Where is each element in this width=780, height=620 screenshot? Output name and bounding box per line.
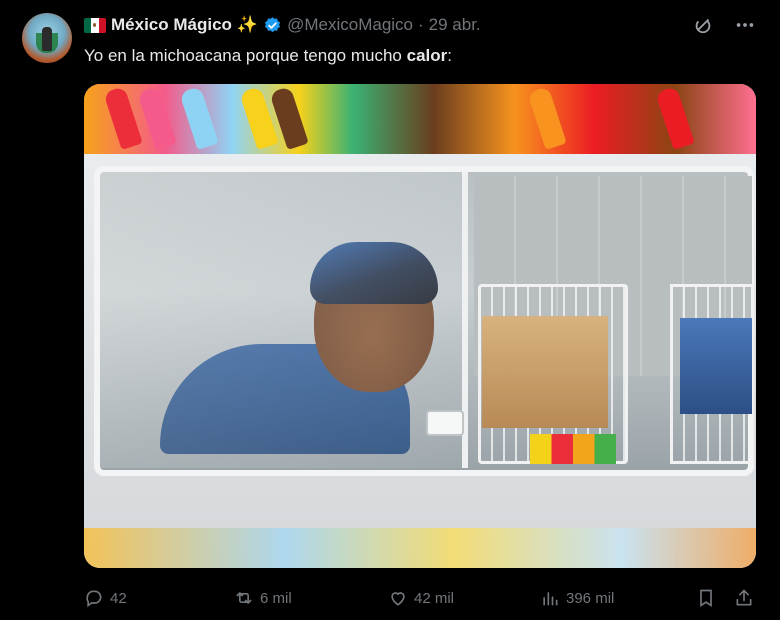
tweet-date[interactable]: 29 abr. [429,15,481,35]
author-handle[interactable]: @MexicoMagico [287,15,413,35]
like-count: 42 mil [414,589,455,607]
popsicle-pink [137,86,177,150]
avatar[interactable] [22,13,72,63]
freezer-glass-left [100,172,468,468]
repost-button[interactable]: 6 mil [234,588,292,608]
freezer-latch [426,410,464,436]
bookmark-icon [700,589,712,608]
tweet-photo[interactable] [84,84,756,568]
share-icon [736,589,752,606]
ice-cream-banner [84,84,756,154]
repost-icon [236,592,252,604]
views-button[interactable]: 396 mil [540,588,614,608]
separator-dot: · [418,15,424,34]
freezer-front-graphic [84,528,756,568]
tweet-text-main: Yo en la michoacana porque tengo mucho [84,46,407,65]
repost-count: 6 mil [260,589,292,607]
bookmark-button[interactable] [696,588,716,608]
tweet-actions: 42 6 mil 42 mil 396 mil [84,586,760,610]
ice-cream-pack [680,318,752,414]
popsicle-blue [179,86,219,150]
reply-button[interactable]: 42 [84,588,127,608]
popsicle-red-2 [655,86,695,150]
heart-icon [391,592,405,606]
tweet-header: México Mágico ✨ @MexicoMagico · 29 abr. [84,14,481,36]
avatar-figure [42,27,52,51]
grok-icon[interactable] [692,14,714,36]
tweet-text-end: : [447,46,452,65]
author-name[interactable]: México Mágico [111,15,232,35]
share-button[interactable] [734,588,754,608]
tweet-text: Yo en la michoacana porque tengo mucho c… [84,46,452,66]
cardboard-box [482,316,608,428]
popsicle-row [530,434,616,464]
popsicle-orange [527,86,567,150]
verified-badge-icon [265,16,281,32]
like-button[interactable]: 42 mil [388,588,454,608]
sparkles-icon: ✨ [236,15,259,34]
reply-count: 42 [110,589,127,607]
views-icon [543,592,558,606]
mexico-flag-icon [84,17,106,33]
reply-icon [86,590,102,608]
tweet-text-bold: calor [406,46,448,65]
more-icon[interactable] [734,14,756,36]
views-count: 396 mil [566,589,615,607]
popsicle-red [103,86,143,150]
tweet-top-actions [692,14,756,36]
